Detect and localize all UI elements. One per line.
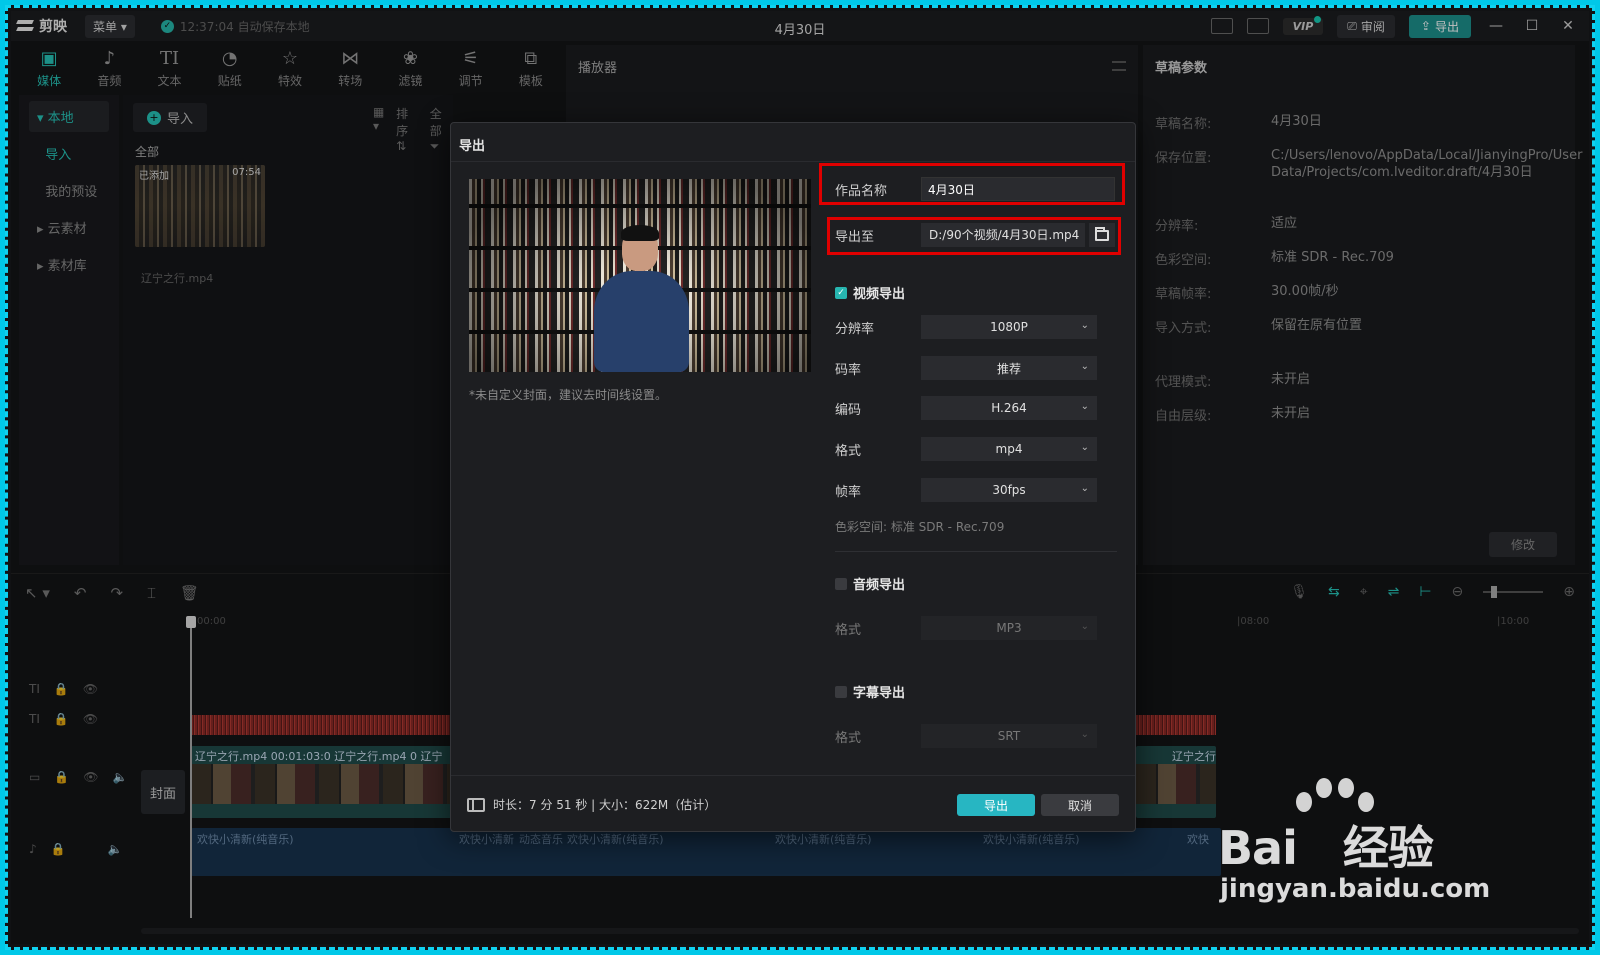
bitrate-select[interactable]: 推荐 ⌄ bbox=[921, 356, 1097, 380]
bitrate-value: 推荐 bbox=[996, 361, 1021, 376]
subtitle-export-toggle[interactable]: 字幕导出 bbox=[835, 682, 905, 701]
format-row: 格式 mp4 ⌄ bbox=[835, 437, 1097, 461]
audio-export-toggle[interactable]: 音频导出 bbox=[835, 574, 905, 593]
subtitle-section-label: 字幕导出 bbox=[853, 686, 906, 701]
export-path-field[interactable]: D:/90个视频/4月30日.mp4 bbox=[921, 223, 1085, 247]
resolution-row: 分辨率 1080P ⌄ bbox=[835, 315, 1097, 339]
presenter-hair bbox=[621, 225, 659, 241]
cancel-button[interactable]: 取消 bbox=[1041, 794, 1119, 816]
bitrate-label: 码率 bbox=[835, 362, 862, 378]
format-value: mp4 bbox=[995, 442, 1023, 456]
audio-format-row: 格式 MP3 ⌄ bbox=[835, 616, 1097, 640]
resolution-select[interactable]: 1080P ⌄ bbox=[921, 315, 1097, 339]
audio-format-value: MP3 bbox=[996, 621, 1022, 635]
chevron-down-icon: ⌄ bbox=[1080, 483, 1089, 494]
fps-select[interactable]: 30fps ⌄ bbox=[921, 478, 1097, 502]
section-divider bbox=[835, 551, 1117, 552]
film-icon bbox=[467, 797, 485, 812]
format-select[interactable]: mp4 ⌄ bbox=[921, 437, 1097, 461]
checkbox-unchecked-icon[interactable] bbox=[835, 577, 847, 590]
dialog-footer: 时长：7 分 51 秒 | 大小：622M（估计） 导出 取消 bbox=[451, 775, 1135, 831]
path-row: 导出至 D:/90个视频/4月30日.mp4 bbox=[835, 223, 1115, 247]
export-to-label: 导出至 bbox=[835, 229, 875, 245]
chevron-down-icon: ⌄ bbox=[1080, 729, 1089, 740]
chevron-down-icon: ⌄ bbox=[1080, 442, 1089, 453]
resolution-value: 1080P bbox=[990, 320, 1028, 334]
name-label: 作品名称 bbox=[835, 183, 888, 199]
subtitle-format-label: 格式 bbox=[835, 730, 862, 746]
browse-folder-button[interactable] bbox=[1089, 223, 1115, 247]
subtitle-format-row: 格式 SRT ⌄ bbox=[835, 724, 1097, 748]
fps-row: 帧率 30fps ⌄ bbox=[835, 478, 1097, 502]
codec-row: 编码 H.264 ⌄ bbox=[835, 396, 1097, 420]
presenter-figure bbox=[594, 225, 689, 372]
folder-icon bbox=[1095, 226, 1109, 241]
watermark-brand-text: Bai bbox=[1218, 821, 1298, 875]
export-button[interactable]: 导出 bbox=[957, 794, 1035, 816]
audio-section-label: 音频导出 bbox=[853, 578, 906, 593]
export-dialog: 导出 *未自定义封面，建议去时间线设置。 作品名称 导出至 D:/90个视频/4… bbox=[450, 122, 1136, 832]
audio-format-label: 格式 bbox=[835, 622, 862, 638]
fps-label: 帧率 bbox=[835, 484, 862, 500]
audio-format-select[interactable]: MP3 ⌄ bbox=[921, 616, 1097, 640]
screenshot-frame: 剪映 菜单 ▾ ✓ 12:37:04 自动保存本地 4月30日 VIP ⎚ 审阅 … bbox=[5, 5, 1595, 950]
subtitle-format-value: SRT bbox=[997, 729, 1021, 743]
fps-value: 30fps bbox=[992, 483, 1026, 497]
baidu-jingyan-watermark: Bai 经验 jingyan.baidu.com bbox=[1206, 776, 1506, 916]
chevron-down-icon: ⌄ bbox=[1080, 361, 1089, 372]
codec-select[interactable]: H.264 ⌄ bbox=[921, 396, 1097, 420]
jianying-app: 剪映 菜单 ▾ ✓ 12:37:04 自动保存本地 4月30日 VIP ⎚ 审阅 … bbox=[11, 11, 1589, 944]
name-input[interactable] bbox=[921, 177, 1115, 201]
chevron-down-icon: ⌄ bbox=[1080, 320, 1089, 331]
codec-value: H.264 bbox=[991, 401, 1027, 415]
subtitle-format-select[interactable]: SRT ⌄ bbox=[921, 724, 1097, 748]
name-row: 作品名称 bbox=[835, 177, 1115, 201]
watermark-url: jingyan.baidu.com bbox=[1220, 874, 1491, 904]
export-summary: 时长：7 分 51 秒 | 大小：622M（估计） bbox=[467, 796, 716, 813]
presenter-body bbox=[594, 271, 689, 372]
codec-label: 编码 bbox=[835, 402, 862, 418]
chevron-down-icon: ⌄ bbox=[1080, 401, 1089, 412]
resolution-label: 分辨率 bbox=[835, 321, 875, 337]
export-summary-text: 时长：7 分 51 秒 | 大小：622M（估计） bbox=[493, 798, 717, 812]
chevron-down-icon: ⌄ bbox=[1080, 621, 1089, 632]
dialog-title: 导出 bbox=[459, 139, 486, 154]
bitrate-row: 码率 推荐 ⌄ bbox=[835, 356, 1097, 380]
watermark-brand: Bai 经验 bbox=[1218, 812, 1434, 878]
export-preview-image bbox=[469, 179, 811, 372]
watermark-suffix: 经验 bbox=[1342, 821, 1434, 875]
dialog-divider bbox=[451, 161, 1135, 162]
colorspace-info: 色彩空间: 标准 SDR - Rec.709 bbox=[835, 520, 1005, 534]
video-export-toggle[interactable]: ✓ 视频导出 bbox=[835, 283, 905, 302]
format-label: 格式 bbox=[835, 443, 862, 459]
checkbox-unchecked-icon[interactable] bbox=[835, 685, 847, 698]
checkbox-checked-icon[interactable]: ✓ bbox=[835, 286, 847, 299]
cover-note: *未自定义封面，建议去时间线设置。 bbox=[469, 388, 668, 402]
video-section-label: 视频导出 bbox=[853, 287, 906, 302]
